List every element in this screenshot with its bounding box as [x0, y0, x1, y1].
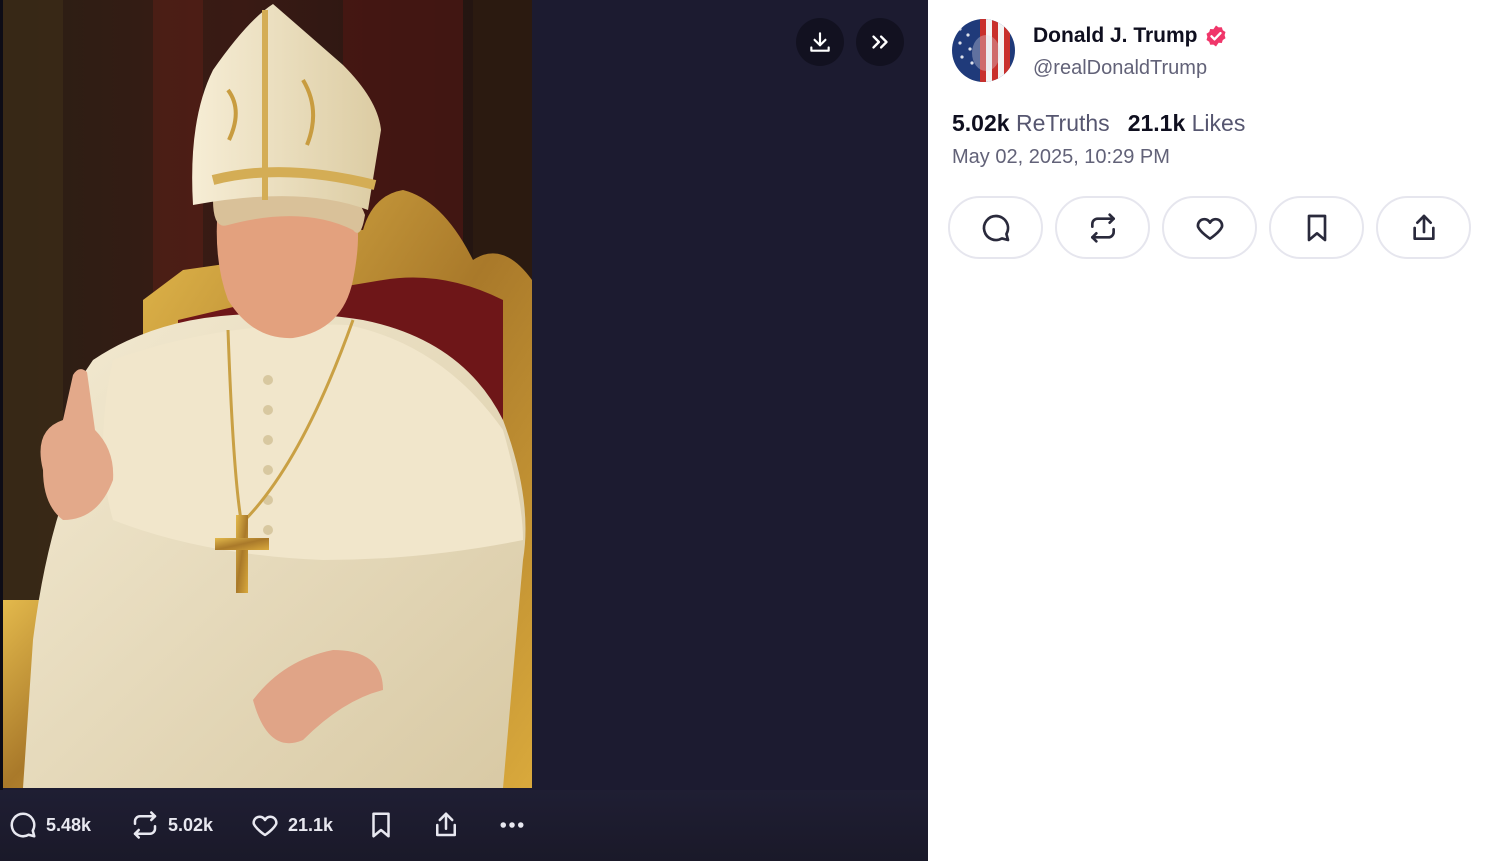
media-retruth-count: 5.02k	[168, 814, 214, 835]
media-reply-button[interactable]: 5.48k	[8, 810, 91, 840]
author-name[interactable]: Donald J. Trump	[1033, 24, 1228, 48]
more-icon	[500, 822, 524, 828]
reply-icon	[982, 214, 1009, 241]
heart-icon	[252, 815, 278, 837]
post-actions	[948, 196, 1471, 259]
retruths-stat[interactable]: 5.02k ReTruths	[952, 110, 1110, 137]
retruths-label: ReTruths	[1015, 110, 1110, 136]
reply-icon	[10, 812, 36, 838]
retruth-button[interactable]	[1055, 196, 1150, 259]
likes-count: 21.1k	[1127, 110, 1186, 136]
post-stats: 5.02k ReTruths 21.1k Likes	[952, 110, 1245, 137]
author-handle[interactable]: @realDonaldTrump	[1033, 57, 1207, 80]
post-timestamp: May 02, 2025, 10:29 PM	[952, 146, 1170, 168]
retruth-icon	[133, 811, 157, 839]
verified-badge-icon	[1206, 25, 1226, 47]
bookmark-button[interactable]	[1269, 196, 1364, 259]
author-name-text: Donald J. Trump	[1033, 24, 1198, 47]
heart-icon	[1196, 217, 1223, 240]
media-bookmark-button[interactable]	[366, 810, 396, 840]
expand-panel-button[interactable]	[856, 18, 904, 66]
media-like-button[interactable]: 21.1k	[250, 810, 333, 840]
share-icon	[436, 812, 456, 837]
download-button[interactable]	[796, 18, 844, 66]
avatar[interactable]	[952, 19, 1015, 82]
media-more-button[interactable]	[497, 810, 527, 840]
likes-label: Likes	[1191, 110, 1246, 136]
share-button[interactable]	[1376, 196, 1471, 259]
reply-button[interactable]	[948, 196, 1043, 259]
bookmark-icon	[372, 812, 390, 838]
bookmark-icon	[1307, 214, 1326, 241]
download-icon	[810, 32, 830, 52]
media-like-count: 21.1k	[288, 814, 334, 835]
like-button[interactable]	[1162, 196, 1257, 259]
media-action-bar: 5.48k 5.02k 21.1k	[0, 790, 928, 861]
post-details-panel: Donald J. Trump @realDonaldTrump 5.02k R…	[928, 0, 1498, 861]
post-image[interactable]	[3, 0, 532, 788]
media-viewer: 5.48k 5.02k 21.1k	[0, 0, 928, 861]
media-reply-count: 5.48k	[46, 814, 92, 835]
chevrons-right-icon	[872, 35, 888, 49]
share-icon	[1412, 214, 1435, 240]
media-share-button[interactable]	[431, 810, 461, 840]
likes-stat[interactable]: 21.1k Likes	[1128, 110, 1246, 137]
retruths-count: 5.02k	[952, 110, 1010, 136]
media-retruth-button[interactable]: 5.02k	[130, 810, 213, 840]
retruth-icon	[1090, 212, 1115, 243]
